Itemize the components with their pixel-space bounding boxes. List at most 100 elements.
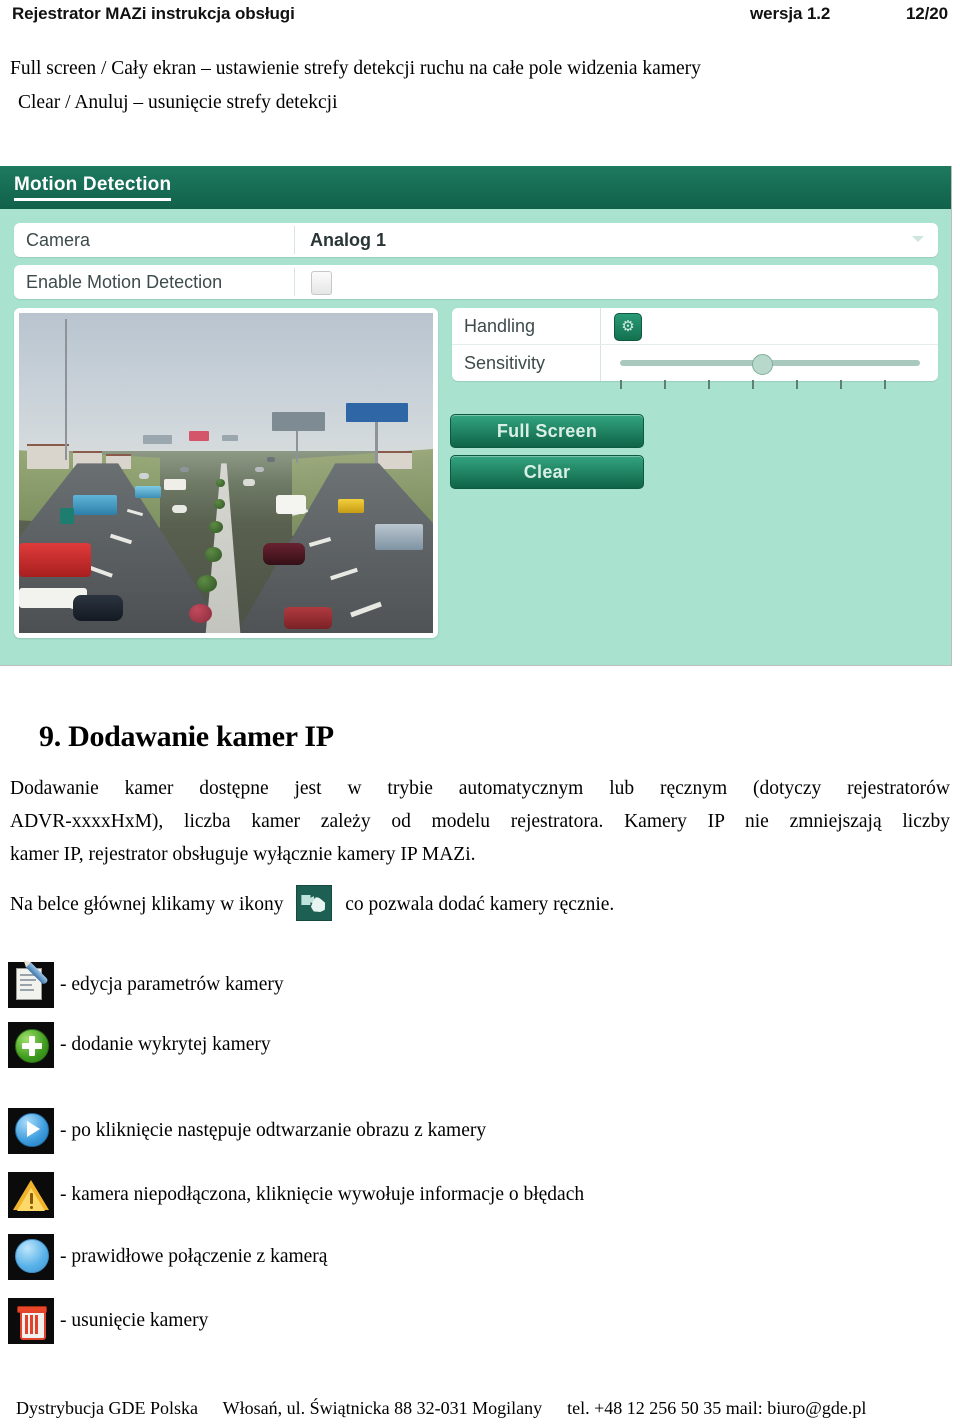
tick: [796, 380, 798, 389]
enable-motion-detection-label: Enable Motion Detection: [26, 272, 223, 292]
vehicle-car: [242, 479, 255, 487]
sensitivity-label: Sensitivity: [464, 353, 546, 373]
warning-icon[interactable]: [8, 1172, 54, 1218]
bush: [188, 604, 212, 624]
row-divider: [294, 226, 295, 254]
motion-area-preview[interactable]: [14, 308, 438, 638]
vehicle-truck-blue: [375, 524, 424, 551]
vehicle-car: [180, 466, 190, 472]
sensitivity-tick-marks: [452, 380, 938, 390]
bush: [213, 498, 225, 509]
play-icon[interactable]: [8, 1108, 54, 1154]
motion-detection-screenshot: Motion Detection Camera Analog 1 Enable …: [0, 166, 952, 666]
doc-line: [20, 979, 36, 981]
document-version: wersja 1.2: [750, 4, 831, 23]
legend-label: - dodanie wykrytej kamery: [60, 1034, 271, 1055]
billboard-pole: [296, 431, 299, 464]
building: [27, 444, 69, 469]
vehicle-bus: [163, 479, 186, 491]
paragraph-line-2: ADVR-xxxxHxM), liczba kamer zależy od mo…: [10, 811, 950, 832]
manual-add-text-before: Na belce głównej klikamy w ikony: [10, 894, 284, 915]
vehicle-car: [172, 505, 188, 513]
blue-disc-glyph: [15, 1239, 49, 1273]
legend-label: - po kliknięcie następuje odtwarzanie ob…: [60, 1120, 487, 1141]
billboard: [346, 402, 409, 422]
footer-contact: tel. +48 12 256 50 35 mail: biuro@gde.pl: [567, 1398, 867, 1418]
tick: [620, 380, 622, 389]
row-divider: [600, 345, 601, 381]
section-heading: 9. Dodawanie kamer IP: [39, 720, 334, 753]
full-screen-button[interactable]: Full Screen: [450, 414, 644, 448]
add-camera-icon[interactable]: [8, 1022, 54, 1068]
handling-label: Handling: [464, 316, 536, 336]
trash-bar: [25, 1315, 28, 1334]
trash-icon[interactable]: [8, 1298, 54, 1344]
doc-line: [20, 989, 34, 991]
legend-label: - prawidłowe połączenie z kamerą: [60, 1246, 328, 1267]
handling-row[interactable]: Handling ⚙: [452, 308, 938, 344]
paragraph-line-3: kamer IP, rejestrator obsługuje wyłączni…: [10, 844, 476, 865]
chevron-down-icon[interactable]: [912, 236, 924, 242]
enable-motion-detection-row[interactable]: Enable Motion Detection: [14, 265, 938, 299]
dvr-window-title: Motion Detection: [14, 174, 172, 201]
plus-circle-glyph: [15, 1029, 49, 1063]
legend-label: - usunięcie kamery: [60, 1310, 209, 1331]
vehicle-truck: [72, 495, 117, 516]
vehicle-car-maroon: [263, 543, 306, 566]
light-pole: [64, 319, 67, 461]
billboard-pole: [375, 421, 379, 467]
vehicle-bus-red: [19, 543, 91, 578]
document-title: Rejestrator MAZi instrukcja obsługi: [12, 4, 295, 23]
billboard: [188, 431, 210, 441]
vehicle-truck-cab: [60, 508, 75, 525]
gear-icon[interactable]: ⚙: [614, 313, 642, 341]
row-divider: [294, 268, 295, 296]
footer-company: Dystrybucja GDE Polska: [16, 1398, 198, 1418]
vehicle-truck: [134, 485, 161, 498]
status-ok-icon[interactable]: [8, 1234, 54, 1280]
vehicle-car: [254, 466, 264, 472]
billboard: [271, 412, 326, 432]
vehicle-truck-yellow: [337, 498, 364, 513]
billboard: [143, 434, 173, 445]
edit-camera-icon[interactable]: [8, 961, 54, 1008]
page-header: Rejestrator MAZi instrukcja obsługi wers…: [12, 4, 948, 28]
tick: [664, 380, 666, 389]
intro-line-clear: Clear / Anuluj – usunięcie strefy detekc…: [18, 92, 338, 113]
page-number: 12/20: [905, 4, 948, 23]
tick: [752, 380, 754, 389]
manual-add-instruction: Na belce głównej klikamy w ikony co pozw…: [10, 885, 614, 921]
vehicle-car: [267, 457, 276, 462]
intro-text: Full screen / Cały ekran – ustawienie st…: [10, 52, 950, 120]
manual-add-camera-icon[interactable]: [296, 885, 333, 921]
vehicle-car-red: [283, 607, 332, 630]
camera-live-image: [19, 313, 433, 633]
exclamation-glyph: [30, 1193, 33, 1209]
tick: [708, 380, 710, 389]
camera-value: Analog 1: [310, 230, 387, 250]
sensitivity-row[interactable]: Sensitivity: [452, 344, 938, 381]
row-divider: [600, 308, 601, 344]
sensitivity-slider-thumb[interactable]: [752, 354, 773, 375]
billboard: [221, 434, 239, 441]
tick: [884, 380, 886, 389]
vehicle-car-dark: [72, 594, 123, 621]
section-paragraph: Dodawanie kamer dostępne jest w trybie a…: [10, 772, 950, 871]
trash-bar: [30, 1315, 33, 1334]
doc-line: [20, 984, 32, 986]
paragraph-line-1: Dodawanie kamer dostępne jest w trybie a…: [10, 778, 950, 799]
tick: [840, 380, 842, 389]
camera-select-row[interactable]: Camera Analog 1: [14, 223, 938, 257]
enable-motion-detection-checkbox[interactable]: [311, 271, 332, 295]
legend-label: - kamera niepodłączona, kliknięcie wywoł…: [60, 1184, 585, 1205]
bush: [205, 546, 223, 562]
manual-add-text-after: co pozwala dodać kamery ręcznie.: [345, 894, 615, 915]
trash-bar: [35, 1315, 38, 1334]
legend-label: - edycja parametrów kamery: [60, 974, 284, 995]
vehicle-car: [139, 473, 150, 479]
clear-button[interactable]: Clear: [450, 455, 644, 489]
dvr-window-titlebar: Motion Detection: [0, 166, 951, 209]
page-footer: Dystrybucja GDE Polska Włosań, ul. Świąt…: [16, 1398, 946, 1419]
footer-address: Włosań, ul. Świątnicka 88 32-031 Mogilan…: [222, 1398, 543, 1418]
vehicle-bus-white: [275, 495, 306, 515]
